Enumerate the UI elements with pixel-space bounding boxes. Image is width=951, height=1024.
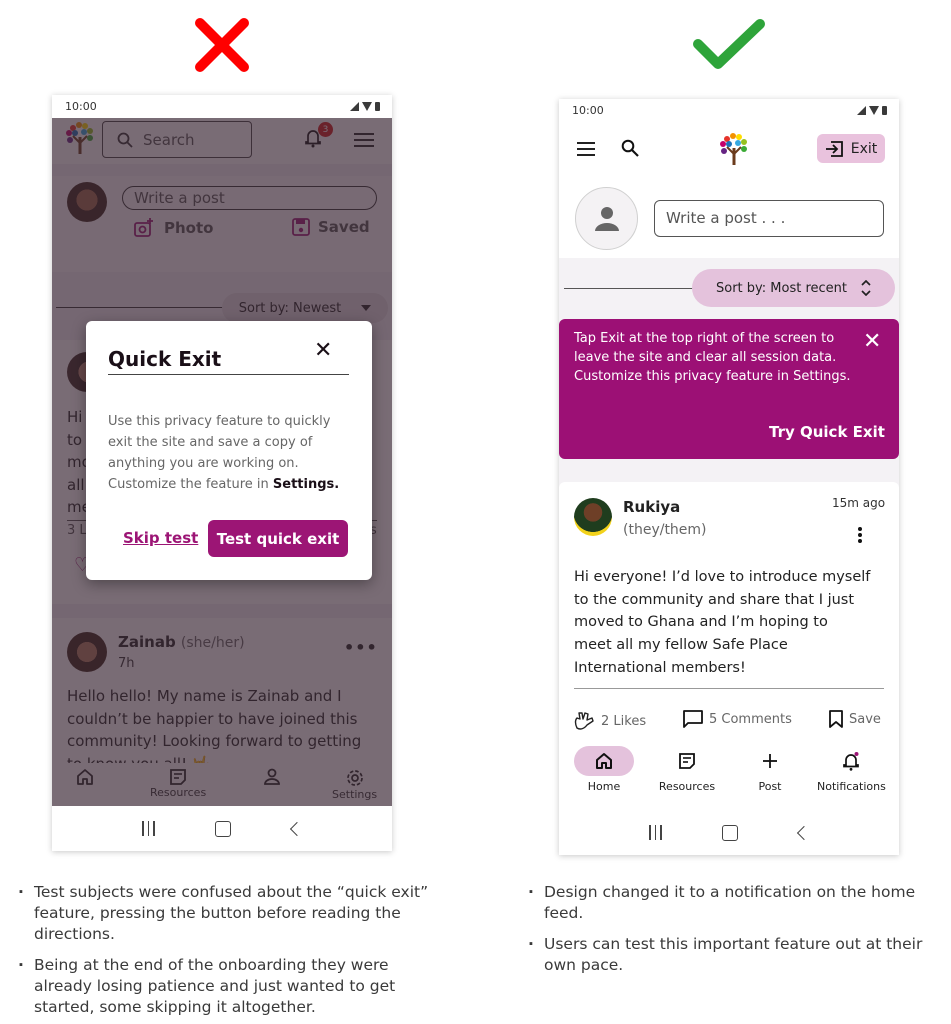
nav-post[interactable]: Post	[740, 746, 800, 793]
post-time: 15m ago	[832, 496, 886, 510]
notification-text: Tap Exit at the top right of the screen …	[574, 331, 851, 384]
status-time: 10:00	[65, 100, 97, 113]
home-icon	[596, 753, 612, 769]
status-bar: 10:00	[52, 95, 392, 118]
note-item: Test subjects were confused about the “q…	[18, 882, 438, 945]
battery-icon	[375, 102, 380, 111]
author-pronouns: (they/them)	[623, 522, 707, 538]
like-button[interactable]: 2 Likes	[573, 710, 646, 732]
sort-chevrons-icon	[861, 280, 871, 296]
comments-button[interactable]: 5 Comments	[683, 710, 792, 728]
plus-icon	[763, 754, 777, 768]
exit-icon	[825, 140, 843, 157]
try-quick-exit-button[interactable]: Try Quick Exit	[769, 423, 885, 441]
save-label: Save	[849, 711, 881, 727]
nav-icon-wrap	[657, 746, 717, 776]
likes-count: 2 Likes	[601, 713, 647, 729]
resources-icon	[679, 753, 695, 769]
modal-divider	[108, 374, 349, 375]
tree-logo-icon	[720, 133, 747, 165]
feed: Sort by: Most recent Tap Exit at the top…	[559, 258, 899, 810]
wifi-icon	[362, 102, 372, 111]
author-name: Rukiya	[623, 498, 681, 516]
test-quick-exit-button[interactable]: Test quick exit	[208, 520, 348, 557]
status-icons	[350, 102, 380, 111]
status-icons	[857, 106, 887, 115]
modal-title: Quick Exit	[108, 347, 222, 371]
nav-label: Notifications	[817, 780, 886, 793]
skip-test-link[interactable]: Skip test	[123, 529, 198, 547]
check-mark-icon	[693, 19, 765, 69]
quick-exit-notification: Tap Exit at the top right of the screen …	[559, 319, 899, 459]
post-divider	[574, 688, 884, 689]
post-text: Hi everyone! I’d love to introduce mysel…	[574, 569, 871, 676]
nav-label: Post	[758, 780, 782, 793]
post-avatar	[574, 498, 612, 536]
system-nav-bar	[559, 810, 899, 855]
divider	[564, 288, 704, 289]
compose-area: Write a post . . .	[559, 182, 899, 258]
battery-icon	[882, 106, 887, 115]
back-icon[interactable]	[796, 825, 811, 840]
nav-home[interactable]: Home	[574, 746, 634, 793]
comments-count: 5 Comments	[709, 711, 792, 727]
signal-icon	[350, 102, 359, 111]
home-button-icon[interactable]	[215, 820, 232, 837]
nav-label: Home	[587, 780, 621, 793]
nav-icon-wrap	[740, 746, 800, 776]
nav-resources[interactable]: Resources	[657, 746, 717, 793]
modal-body: Use this privacy feature to quickly exit…	[108, 411, 353, 495]
settings-link[interactable]: Settings.	[273, 477, 339, 492]
sort-dropdown[interactable]: Sort by: Most recent	[692, 269, 895, 307]
phone-after: 10:00 Exit Write a post . . . Sort by: M…	[559, 99, 899, 855]
before-notes: Test subjects were confused about the “q…	[18, 882, 438, 1024]
nav-icon-wrap	[821, 746, 881, 776]
sign-language-hand-icon	[574, 712, 594, 730]
recent-apps-icon[interactable]	[649, 825, 662, 840]
person-icon	[594, 206, 619, 231]
more-vertical-icon[interactable]	[857, 526, 863, 544]
save-button[interactable]: Save	[829, 710, 881, 728]
nav-label: Resources	[658, 780, 716, 793]
write-post-input[interactable]: Write a post . . .	[654, 200, 884, 237]
note-item: Users can test this important feature ou…	[528, 934, 928, 976]
status-bar: 10:00	[559, 99, 899, 122]
close-icon[interactable]: ✕	[863, 329, 881, 354]
note-item: Being at the end of the onboarding they …	[18, 955, 438, 1018]
exit-button[interactable]: Exit	[817, 134, 885, 163]
signal-icon	[857, 106, 866, 115]
active-indicator	[574, 746, 634, 776]
quick-exit-modal: Quick Exit ✕ Use this privacy feature to…	[86, 321, 372, 580]
top-bar: Exit	[559, 122, 899, 182]
close-icon[interactable]: ✕	[314, 338, 332, 363]
bookmark-icon	[829, 710, 843, 728]
comment-icon	[683, 710, 703, 728]
wifi-icon	[869, 106, 879, 115]
after-notes: Design changed it to a notification on t…	[528, 882, 928, 986]
status-time: 10:00	[572, 104, 604, 117]
system-nav-bar	[52, 806, 392, 851]
recent-apps-icon[interactable]	[142, 821, 155, 836]
hamburger-menu-icon[interactable]	[577, 142, 595, 156]
bottom-nav: Home Resources Post Notifications	[559, 740, 899, 810]
sort-label: Sort by: Most recent	[715, 280, 847, 296]
phone-before: 10:00 Search 3	[52, 95, 392, 851]
search-icon[interactable]	[621, 139, 639, 157]
bell-icon	[843, 752, 860, 771]
back-icon[interactable]	[289, 821, 304, 836]
x-mark-icon	[195, 18, 249, 72]
nav-notifications[interactable]: Notifications	[817, 746, 886, 793]
home-button-icon[interactable]	[722, 824, 739, 841]
exit-label: Exit	[850, 140, 878, 157]
note-item: Design changed it to a notification on t…	[528, 882, 928, 924]
user-avatar	[575, 187, 638, 250]
